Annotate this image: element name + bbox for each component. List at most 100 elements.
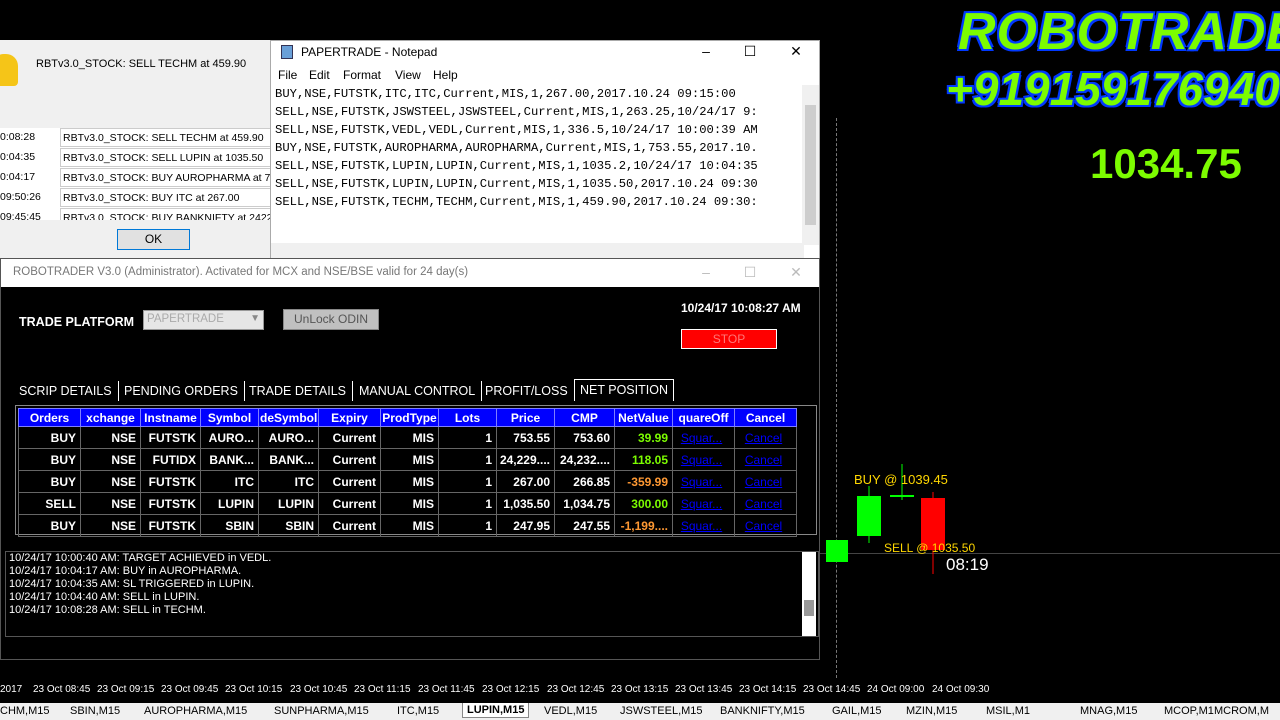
- alert-history-row[interactable]: 0:04:17 RBTv3.0_STOCK: BUY AUROPHARMA at …: [0, 168, 272, 188]
- notepad-vertical-scrollbar[interactable]: [802, 85, 819, 245]
- column-header-squareoff[interactable]: quareOff: [672, 408, 735, 427]
- cell-symbol: LUPIN: [200, 492, 259, 515]
- minimize-icon[interactable]: –: [691, 264, 721, 280]
- cell-prod: MIS: [380, 514, 439, 537]
- column-header-netvalue[interactable]: NetValue: [614, 408, 673, 427]
- column-header-expiry[interactable]: Expiry: [318, 408, 381, 427]
- cell-inst: FUTSTK: [140, 492, 201, 515]
- alert-history-row[interactable]: 0:08:28 RBTv3.0_STOCK: SELL TECHM at 459.…: [0, 128, 272, 148]
- tab-trade-details[interactable]: TRADE DETAILS: [249, 381, 354, 401]
- time-axis-label: 23 Oct 12:15: [482, 684, 540, 695]
- symbol-tab[interactable]: MCOP,M1: [1164, 705, 1214, 717]
- column-header-lots[interactable]: Lots: [438, 408, 497, 427]
- unlock-odin-button[interactable]: UnLock ODIN: [283, 309, 379, 330]
- table-row[interactable]: BUY NSE FUTSTK SBIN SBIN Current MIS 1 247.95 247…: [18, 514, 797, 537]
- symbol-tab[interactable]: BANKNIFTY,M15: [720, 705, 805, 717]
- cell-order: BUY: [18, 448, 81, 471]
- menu-help[interactable]: Help: [433, 68, 458, 82]
- cell-expiry: Current: [318, 514, 381, 537]
- symbol-tab[interactable]: VEDL,M15: [544, 705, 597, 717]
- tab-net-position[interactable]: NET POSITION: [574, 379, 674, 401]
- cell-exchange: NSE: [80, 492, 141, 515]
- menu-format[interactable]: Format: [343, 68, 381, 82]
- trade-platform-select[interactable]: PAPERTRADE ▼: [143, 310, 264, 330]
- table-row[interactable]: SELL NSE FUTSTK LUPIN LUPIN Current MIS 1 1,035.…: [18, 492, 797, 515]
- column-header-cmp[interactable]: CMP: [554, 408, 615, 427]
- cancel-link[interactable]: Cancel: [734, 448, 797, 471]
- square-off-link[interactable]: Squar...: [672, 492, 735, 515]
- symbol-tab[interactable]: GAIL,M15: [832, 705, 882, 717]
- tab-pending-orders[interactable]: PENDING ORDERS: [124, 381, 245, 401]
- alert-history-list[interactable]: 0:08:28 RBTv3.0_STOCK: SELL TECHM at 459.…: [0, 128, 272, 220]
- stop-button[interactable]: STOP: [681, 329, 777, 349]
- alert-history-row[interactable]: 09:45:45 RBTv3.0_STOCK: BUY BANKNIFTY at …: [0, 208, 272, 220]
- cell-tsymbol: SBIN: [258, 514, 319, 537]
- column-header-tradesymbol[interactable]: deSymbol: [258, 408, 319, 427]
- symbol-tab[interactable]: JSWSTEEL,M15: [620, 705, 703, 717]
- symbol-tab[interactable]: AUROPHARMA,M15: [144, 705, 247, 717]
- time-axis-label: 23 Oct 14:15: [739, 684, 797, 695]
- cell-order: SELL: [18, 492, 81, 515]
- notepad-horizontal-scrollbar[interactable]: [271, 243, 804, 259]
- notepad-icon: [281, 45, 293, 59]
- symbol-tab[interactable]: MZIN,M15: [906, 705, 957, 717]
- trade-platform-label: TRADE PLATFORM: [19, 315, 135, 329]
- log-entry: 10/24/17 10:08:28 AM: SELL in TECHM.: [9, 604, 206, 616]
- square-off-link[interactable]: Squar...: [672, 470, 735, 493]
- tab-profit-loss[interactable]: PROFIT/LOSS: [485, 381, 575, 401]
- column-header-instname[interactable]: Instname: [140, 408, 201, 427]
- menu-file[interactable]: File: [278, 68, 297, 82]
- ok-button[interactable]: OK: [117, 229, 190, 250]
- robotrader-titlebar[interactable]: ROBOTRADER V3.0 (Administrator). Activat…: [1, 259, 819, 287]
- maximize-icon[interactable]: ☐: [735, 43, 765, 60]
- table-row[interactable]: BUY NSE FUTSTK ITC ITC Current MIS 1 267.00 266.8…: [18, 470, 797, 493]
- maximize-icon[interactable]: ☐: [735, 264, 765, 281]
- log-scrollbar[interactable]: [802, 552, 816, 636]
- activity-log[interactable]: 10/24/17 10:00:40 AM: TARGET ACHIEVED in…: [5, 551, 819, 637]
- table-row[interactable]: BUY NSE FUTIDX BANK... BANK... Current MIS 1 24,…: [18, 448, 797, 471]
- notepad-text-area[interactable]: BUY,NSE,FUTSTK,ITC,ITC,Current,MIS,1,267…: [273, 85, 801, 245]
- symbol-tab[interactable]: LUPIN,M15: [462, 703, 530, 718]
- column-header-prodtype[interactable]: ProdType: [380, 408, 439, 427]
- alert-time: 0:08:28: [0, 131, 36, 143]
- symbol-tab[interactable]: MCROM,M: [1214, 705, 1269, 717]
- cell-symbol: AURO...: [200, 426, 259, 449]
- cell-net: 39.99: [614, 426, 673, 449]
- column-header-exchange[interactable]: xchange: [80, 408, 141, 427]
- price-chart[interactable]: [820, 118, 1280, 678]
- cell-cmp: 247.55: [554, 514, 615, 537]
- square-off-link[interactable]: Squar...: [672, 426, 735, 449]
- menu-edit[interactable]: Edit: [309, 68, 330, 82]
- tab-scrip-details[interactable]: SCRIP DETAILS: [19, 381, 119, 401]
- symbol-tab[interactable]: SUNPHARMA,M15: [274, 705, 369, 717]
- alert-history-row[interactable]: 0:04:35 RBTv3.0_STOCK: SELL LUPIN at 1035…: [0, 148, 272, 168]
- symbol-tab[interactable]: ITC,M15: [397, 705, 439, 717]
- cell-symbol: BANK...: [200, 448, 259, 471]
- symbol-tab[interactable]: SBIN,M15: [70, 705, 120, 717]
- notepad-titlebar[interactable]: PAPERTRADE - Notepad – ☐ ✕: [271, 41, 819, 65]
- cell-inst: FUTSTK: [140, 470, 201, 493]
- time-axis-label: 23 Oct 11:45: [418, 684, 475, 695]
- menu-view[interactable]: View: [395, 68, 421, 82]
- close-icon[interactable]: ✕: [781, 43, 811, 60]
- column-header-symbol[interactable]: Symbol: [200, 408, 259, 427]
- column-header-cancel[interactable]: Cancel: [734, 408, 797, 427]
- square-off-link[interactable]: Squar...: [672, 448, 735, 471]
- symbol-tab[interactable]: MNAG,M15: [1080, 705, 1137, 717]
- table-row[interactable]: BUY NSE FUTSTK AURO... AURO... Current MIS 1 753…: [18, 426, 797, 449]
- cell-lots: 1: [438, 426, 497, 449]
- minimize-icon[interactable]: –: [691, 43, 721, 59]
- cancel-link[interactable]: Cancel: [734, 426, 797, 449]
- tab-manual-control[interactable]: MANUAL CONTROL: [359, 381, 483, 401]
- cancel-link[interactable]: Cancel: [734, 514, 797, 537]
- close-icon[interactable]: ✕: [781, 264, 811, 281]
- cancel-link[interactable]: Cancel: [734, 470, 797, 493]
- column-header-orders[interactable]: Orders: [18, 408, 81, 427]
- symbol-tab[interactable]: CHM,M15: [0, 705, 50, 717]
- symbol-tab[interactable]: MSIL,M1: [986, 705, 1030, 717]
- alert-history-row[interactable]: 09:50:26 RBTv3.0_STOCK: BUY ITC at 267.00: [0, 188, 272, 208]
- cell-symbol: ITC: [200, 470, 259, 493]
- square-off-link[interactable]: Squar...: [672, 514, 735, 537]
- cancel-link[interactable]: Cancel: [734, 492, 797, 515]
- column-header-price[interactable]: Price: [496, 408, 555, 427]
